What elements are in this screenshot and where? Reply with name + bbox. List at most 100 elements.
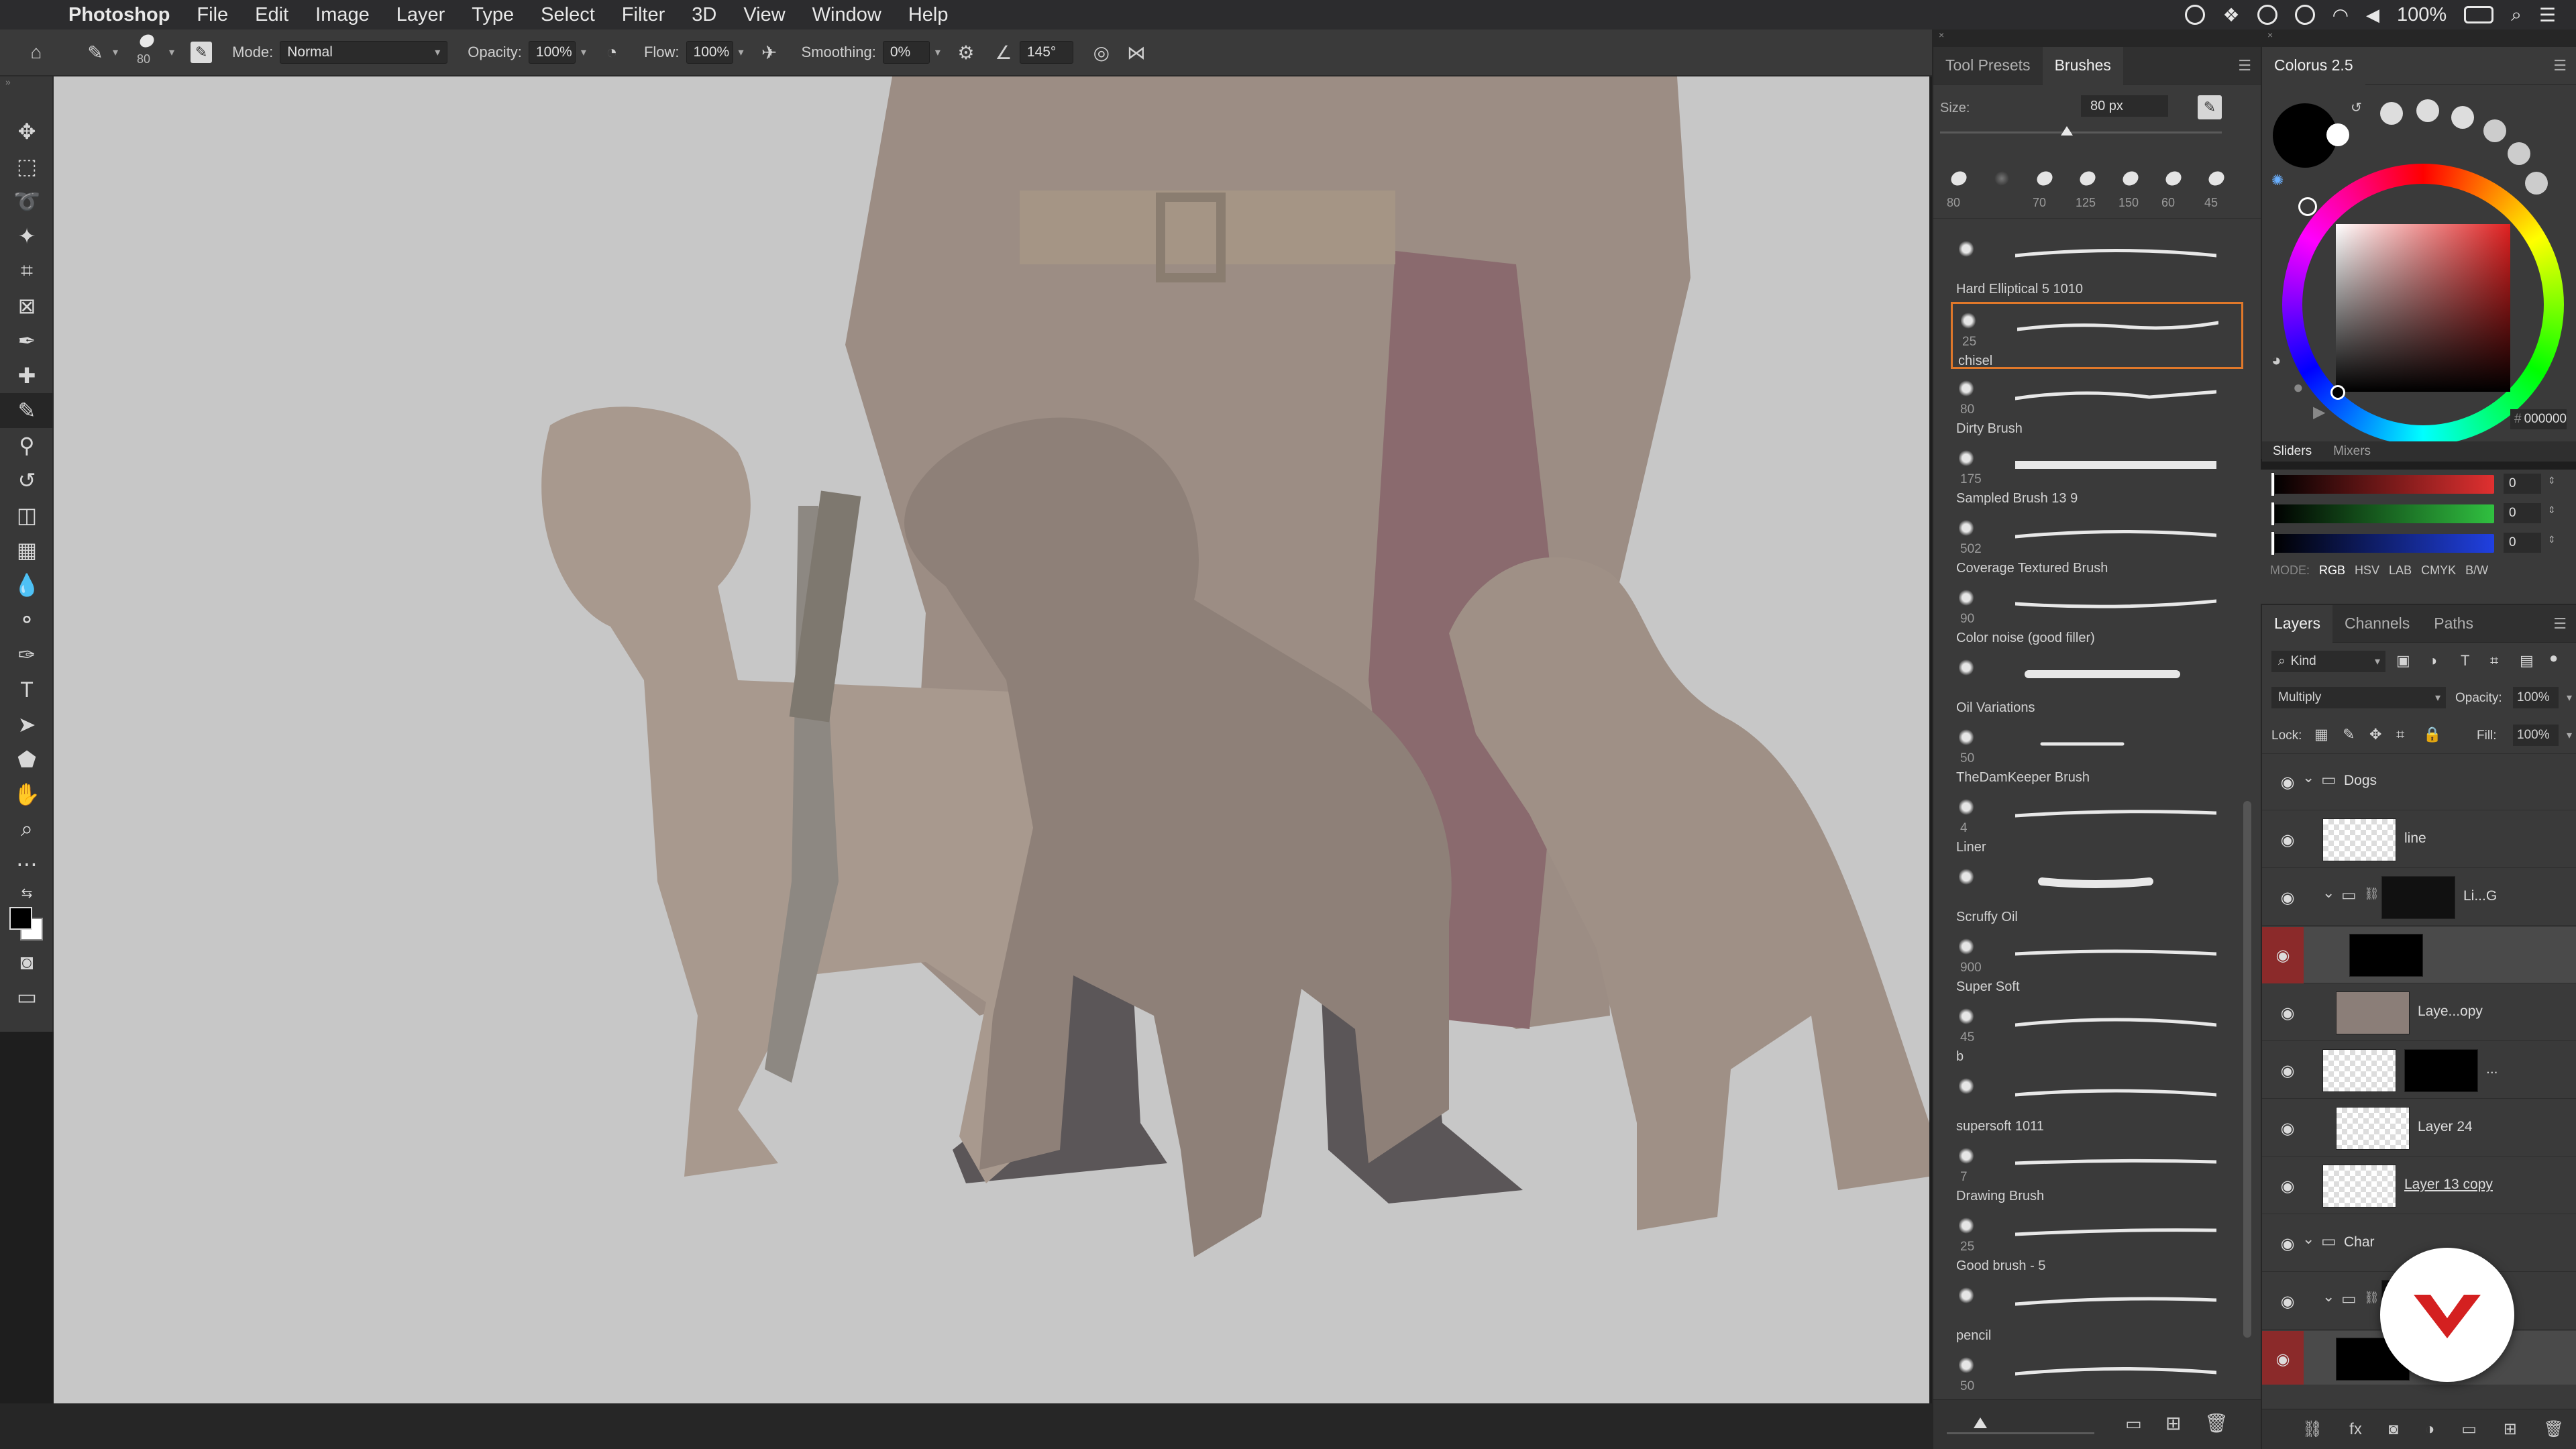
- lasso-tool-icon[interactable]: ➰: [0, 184, 54, 219]
- lock-all-icon[interactable]: 🔒: [2423, 726, 2441, 743]
- preview-size-track[interactable]: [1947, 1432, 2094, 1434]
- fill-input[interactable]: 100%: [2513, 724, 2559, 746]
- volume-icon[interactable]: ◀︎: [2366, 5, 2379, 25]
- brush-item[interactable]: 7 Drawing Brush: [1951, 1139, 2243, 1206]
- panel-close-icon[interactable]: ×: [1933, 30, 2261, 47]
- recent-brush-6[interactable]: 45: [2200, 168, 2234, 213]
- tab-brushes[interactable]: Brushes: [2042, 46, 2123, 85]
- add-mask-icon[interactable]: ◙: [2389, 1420, 2399, 1439]
- visibility-eye-icon[interactable]: ◉: [2277, 1233, 2298, 1254]
- more-tools-icon[interactable]: ⋯: [0, 847, 54, 881]
- colorus-close-icon[interactable]: ×: [2262, 30, 2576, 47]
- shape-tool-icon[interactable]: ⬟: [0, 742, 54, 777]
- layer-style-fx-icon[interactable]: fx: [2349, 1420, 2362, 1439]
- filter-toggle-icon[interactable]: ●: [2549, 649, 2558, 667]
- mode-hsv[interactable]: HSV: [2355, 564, 2379, 578]
- visibility-eye-icon[interactable]: ◉: [2277, 1175, 2298, 1197]
- color-wheel-mini-icon[interactable]: ◕: [2271, 352, 2282, 370]
- new-layer-icon[interactable]: ⊞: [2504, 1419, 2517, 1439]
- move-tool-icon[interactable]: ✥: [0, 114, 54, 149]
- delete-brush-trash-icon[interactable]: 🗑: [2204, 1412, 2229, 1434]
- mask-link-icon[interactable]: ⛓: [2364, 887, 2379, 901]
- tip-preset-4-icon[interactable]: [2483, 119, 2506, 142]
- slider-red-value[interactable]: 0: [2504, 474, 2541, 494]
- lock-position-icon[interactable]: ✥: [2369, 726, 2381, 743]
- brush-tool-icon[interactable]: ✎: [0, 393, 54, 428]
- mode-bw[interactable]: B/W: [2465, 564, 2488, 578]
- recent-brush-0[interactable]: 80: [1943, 168, 1976, 213]
- tab-mixers[interactable]: Mixers: [2322, 444, 2381, 459]
- brush-item[interactable]: 90 Color noise (good filler): [1951, 581, 2243, 648]
- eyedropper-tool-icon[interactable]: ✒: [0, 323, 54, 358]
- brush-item[interactable]: 80 Dirty Brush: [1951, 372, 2243, 439]
- layer-row[interactable]: ◉ line: [2262, 812, 2576, 868]
- colorus-menu-icon[interactable]: ☰: [2553, 57, 2567, 74]
- magic-wand-tool-icon[interactable]: ✦: [0, 219, 54, 254]
- filter-pixel-icon[interactable]: ▣: [2396, 652, 2410, 669]
- quick-mask-icon[interactable]: ◙: [0, 945, 54, 979]
- group-expand-chevron-icon[interactable]: ⌄: [2302, 769, 2314, 786]
- hue-ring-handle[interactable]: [2298, 197, 2317, 216]
- new-brush-button[interactable]: ✎: [2198, 95, 2222, 119]
- tip-preset-1-icon[interactable]: [2380, 102, 2403, 125]
- layer-opacity-input[interactable]: 100%: [2513, 687, 2559, 708]
- tab-channels[interactable]: Channels: [2332, 605, 2422, 643]
- tab-sliders[interactable]: Sliders: [2262, 444, 2322, 459]
- menu-view[interactable]: View: [743, 4, 785, 26]
- tip-preset-2-icon[interactable]: [2416, 99, 2439, 122]
- hex-input[interactable]: # 000000: [2510, 409, 2567, 429]
- visibility-eye-icon[interactable]: ◉: [2277, 1291, 2298, 1312]
- mode-lab[interactable]: LAB: [2389, 564, 2412, 578]
- path-selection-tool-icon[interactable]: ➤: [0, 707, 54, 742]
- brush-item[interactable]: pencil: [1951, 1279, 2243, 1346]
- slider-blue-track[interactable]: [2273, 534, 2494, 553]
- layer-row[interactable]: ◉: [2262, 927, 2576, 983]
- pressure-opacity-icon[interactable]: ◔: [600, 40, 624, 64]
- opacity-input[interactable]: 100%: [528, 41, 576, 64]
- panel-menu-icon[interactable]: ☰: [2238, 57, 2251, 74]
- visibility-eye-icon[interactable]: ◉: [2277, 887, 2298, 908]
- swap-colors-icon[interactable]: ⇆: [0, 881, 54, 904]
- slider-blue-handle[interactable]: [2271, 531, 2275, 555]
- blur-tool-icon[interactable]: 💧: [0, 568, 54, 602]
- link-layers-icon[interactable]: ⛓: [2302, 1419, 2322, 1439]
- pen-tool-icon[interactable]: ✑: [0, 637, 54, 672]
- stepper-icon[interactable]: ⇕: [2548, 504, 2556, 516]
- mode-cmyk[interactable]: CMYK: [2421, 564, 2456, 578]
- menu-help[interactable]: Help: [908, 4, 949, 26]
- dropbox-icon[interactable]: ❖: [2222, 4, 2239, 26]
- slider-green-track[interactable]: [2273, 504, 2494, 523]
- brush-item[interactable]: 25 Good brush - 5: [1951, 1209, 2243, 1276]
- menu-file[interactable]: File: [197, 4, 228, 26]
- home-icon[interactable]: ⌂: [24, 40, 48, 64]
- brush-item[interactable]: Oil Variations: [1951, 651, 2243, 718]
- layer-row[interactable]: ◉...: [2262, 1042, 2576, 1099]
- marquee-tool-icon[interactable]: ⬚: [0, 149, 54, 184]
- brush-list-scrollbar[interactable]: [2243, 801, 2251, 1338]
- smoothing-settings-gear-icon[interactable]: ⚙: [954, 40, 978, 64]
- wifi-icon[interactable]: ◠: [2332, 4, 2349, 26]
- sync-icon[interactable]: [2257, 5, 2277, 25]
- screen-mode-icon[interactable]: ▭: [0, 979, 54, 1014]
- blend-mode-select[interactable]: Multiply ▾: [2271, 687, 2446, 708]
- visibility-eye-icon[interactable]: ◉: [2277, 1002, 2298, 1024]
- mode-rgb[interactable]: RGB: [2319, 564, 2345, 578]
- airbrush-icon[interactable]: ✈: [757, 40, 782, 64]
- app-menu[interactable]: Photoshop: [68, 4, 170, 26]
- gray-swatch-icon[interactable]: ●: [2293, 377, 2304, 398]
- brush-item[interactable]: 50Good brush - 6: [1951, 1348, 2243, 1399]
- layer-row[interactable]: ◉ Laye...opy: [2262, 985, 2576, 1041]
- tip-preset-3-icon[interactable]: [2451, 106, 2474, 129]
- preview-size-slider-handle[interactable]: [1974, 1417, 1987, 1428]
- group-expand-chevron-icon[interactable]: ⌄: [2322, 884, 2334, 902]
- notification-center-icon[interactable]: ☰: [2539, 4, 2556, 26]
- brush-item[interactable]: 900 Super Soft: [1951, 930, 2243, 997]
- tab-paths[interactable]: Paths: [2422, 605, 2485, 643]
- brush-item[interactable]: supersoft 1011: [1951, 1069, 2243, 1136]
- pressure-size-icon[interactable]: ◎: [1089, 40, 1114, 64]
- adjustment-layer-icon[interactable]: ◑: [2425, 1420, 2435, 1439]
- slider-green-handle[interactable]: [2271, 502, 2275, 526]
- opacity-caret-icon[interactable]: ▾: [581, 46, 586, 59]
- layer-mask-thumbnail[interactable]: [2404, 1049, 2478, 1092]
- stepper-icon[interactable]: ⇕: [2548, 475, 2556, 486]
